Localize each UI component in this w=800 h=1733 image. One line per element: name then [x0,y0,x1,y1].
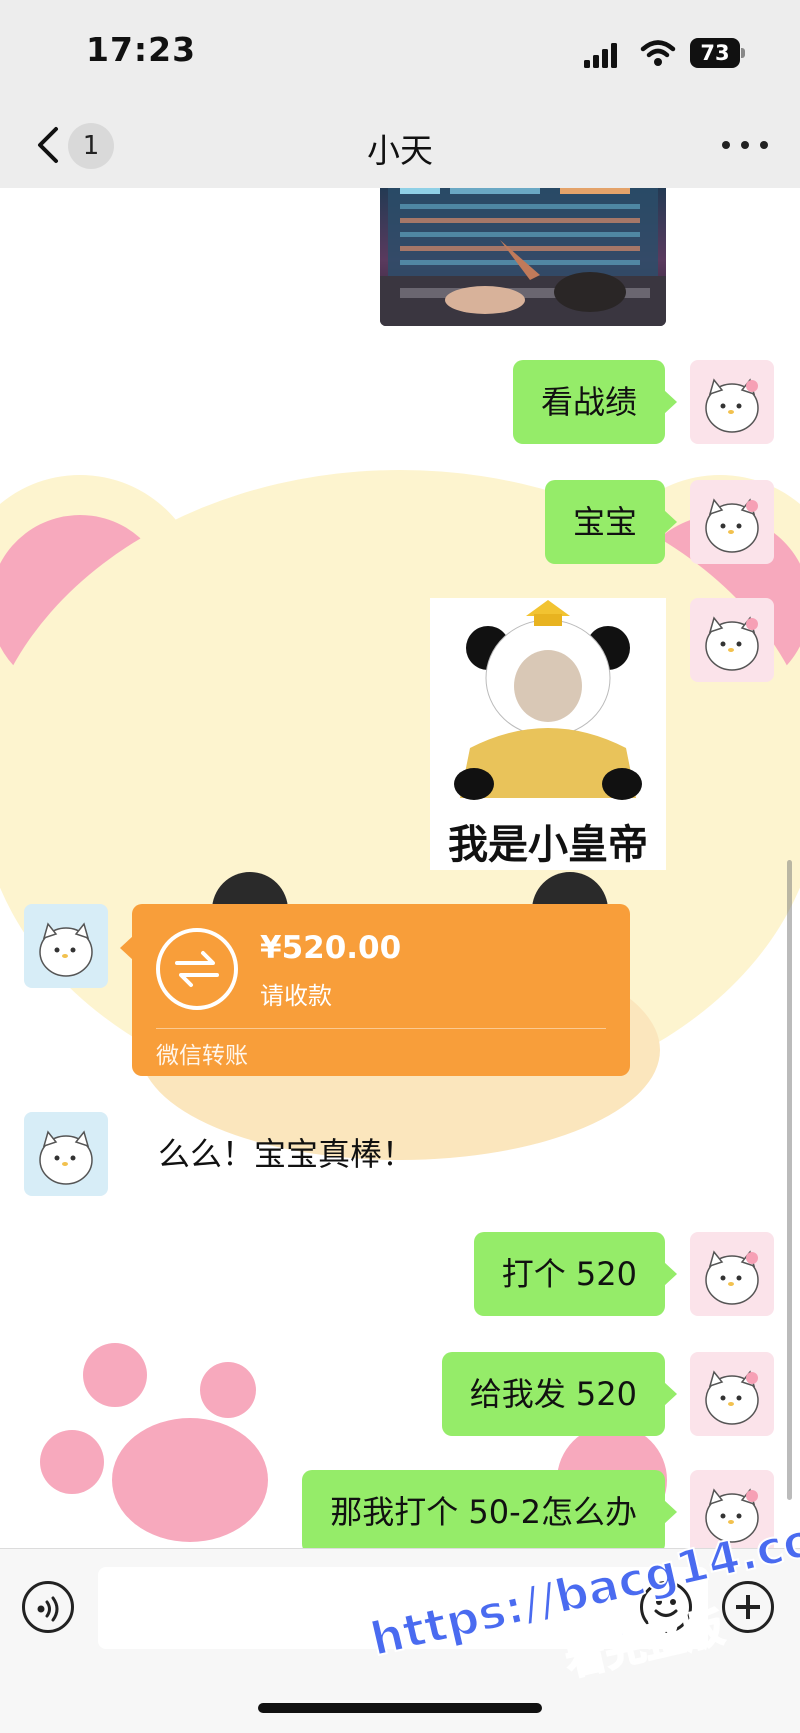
panda-emperor-sticker [454,600,642,800]
my-avatar[interactable] [690,1470,774,1554]
message-input[interactable] [98,1567,708,1649]
home-indicator [258,1703,542,1713]
transfer-footer: 微信转账 [156,1043,248,1069]
transfer-amount: ¥520.00 [260,930,402,966]
chat-title: 小天 [367,131,433,170]
transfer-status: 请收款 [260,982,332,1010]
scrollbar[interactable] [787,860,792,1500]
transfer-icon [156,928,238,1010]
battery-level: 73 [690,38,740,68]
message-bubble[interactable]: 看战绩 [512,360,678,444]
kitty-avatar-icon [705,1250,759,1305]
battery-icon: 73 [690,38,746,68]
plus-button[interactable] [722,1581,774,1633]
my-avatar[interactable] [690,480,774,564]
sticker-caption: 我是小皇帝 [448,822,648,868]
status-bar: 17:23 73 [0,0,800,100]
message-bubble[interactable]: 么么！宝宝真棒！ [136,1112,436,1196]
sticker-message[interactable]: 我是小皇帝 [430,598,666,870]
my-avatar[interactable] [690,598,774,682]
transfer-message[interactable]: ¥520.00 请收款 微信转账 [120,904,630,1076]
chat-header: 1 小天 [0,100,800,188]
kitty-avatar-icon [39,922,93,977]
kitty-avatar-icon [39,1130,93,1185]
kitty-avatar-icon [705,616,759,671]
my-avatar[interactable] [690,1232,774,1316]
message-bubble[interactable]: 那我打个 50-2怎么办 [302,1470,677,1554]
voice-icon [37,1596,59,1622]
message-list[interactable]: 看战绩 宝宝 我是小皇帝 ¥520.00 请收款 微信转账 么么！宝宝真棒！ 打… [0,0,800,1733]
game-screenshot-image [380,180,666,326]
message-bubble[interactable]: 宝宝 [544,480,678,564]
message-bubble[interactable]: 给我发 520 [441,1352,678,1436]
image-message[interactable] [380,180,666,326]
contact-avatar[interactable] [24,904,108,988]
emoji-icon [654,1599,678,1617]
contact-avatar[interactable] [24,1112,108,1196]
voice-button[interactable] [22,1581,74,1633]
status-time: 17:23 [86,30,197,69]
more-button[interactable] [720,130,770,160]
kitty-avatar-icon [705,378,759,433]
kitty-avatar-icon [705,1370,759,1425]
input-bar [0,1548,800,1733]
emoji-button[interactable] [640,1581,692,1633]
signal-icon [584,43,617,68]
my-avatar[interactable] [690,360,774,444]
message-bubble[interactable]: 打个 520 [473,1232,678,1316]
my-avatar[interactable] [690,1352,774,1436]
kitty-avatar-icon [705,498,759,553]
kitty-avatar-icon [705,1488,759,1543]
wifi-icon [640,40,676,66]
